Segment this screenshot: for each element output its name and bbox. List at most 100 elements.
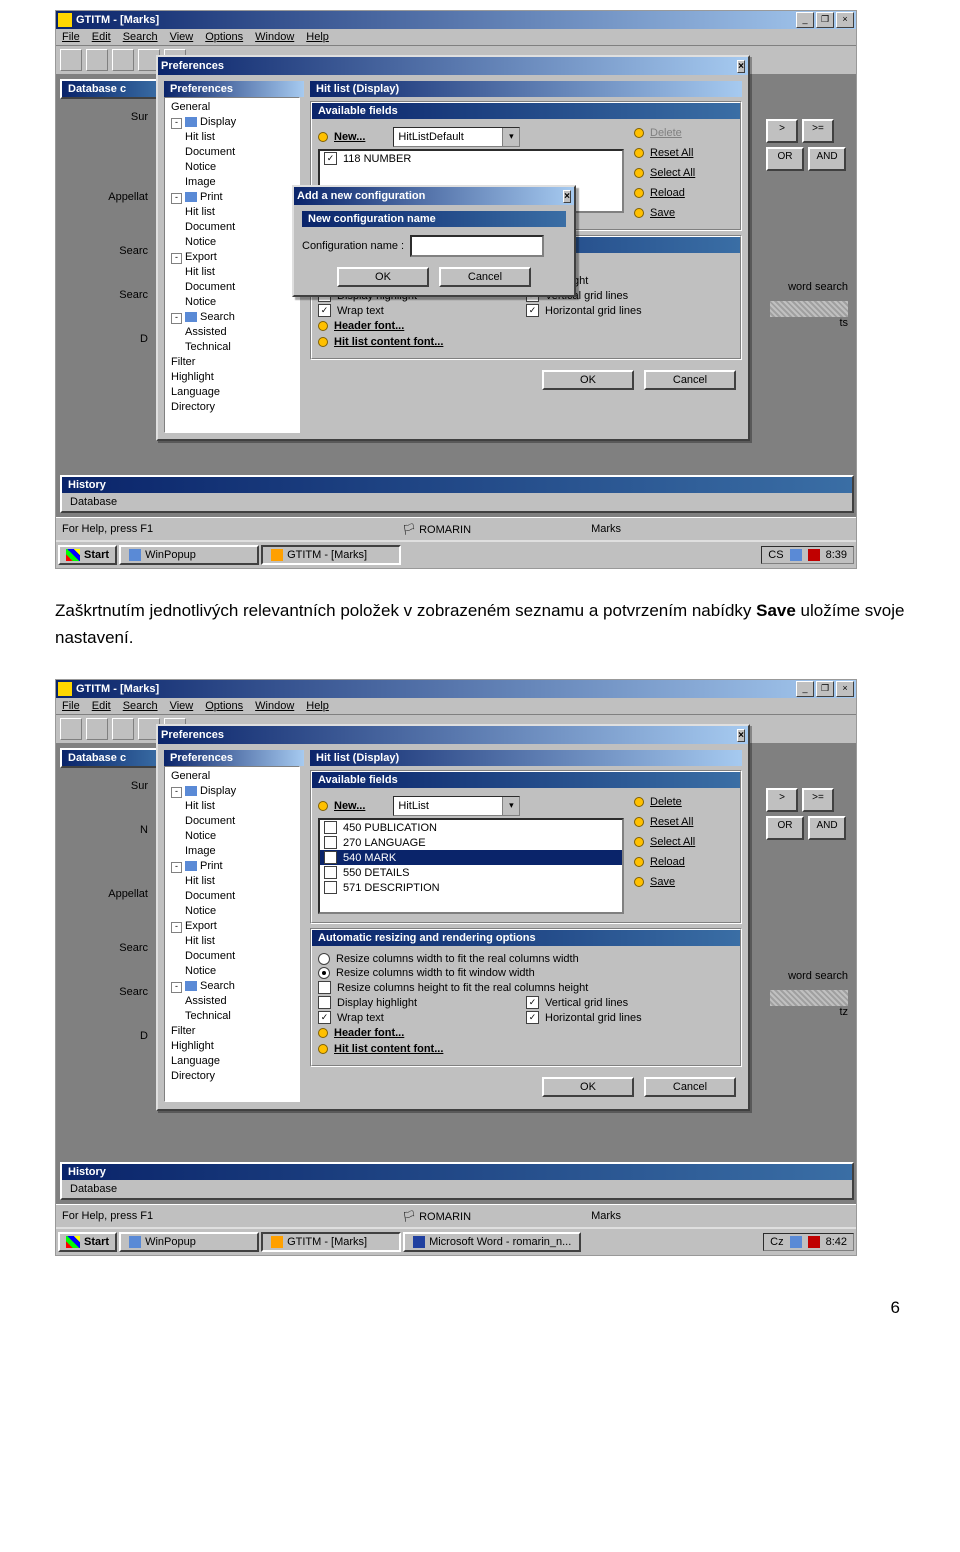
tree-item[interactable]: Directory bbox=[167, 1069, 297, 1084]
checkbox[interactable]: ✓ bbox=[324, 851, 337, 864]
menu-options[interactable]: Options bbox=[205, 31, 243, 43]
tray-icon[interactable] bbox=[790, 549, 802, 561]
action-reload[interactable]: Reload bbox=[650, 856, 685, 868]
checkbox[interactable] bbox=[324, 821, 337, 834]
tree-item[interactable]: Image bbox=[167, 844, 297, 859]
tree-item[interactable]: -Export bbox=[167, 919, 297, 934]
tree-item[interactable]: Hit list bbox=[167, 265, 297, 280]
tree-item[interactable]: General bbox=[167, 769, 297, 784]
tree-item[interactable]: -Search bbox=[167, 310, 297, 325]
menu-window[interactable]: Window bbox=[255, 700, 294, 712]
action-save[interactable]: Save bbox=[650, 207, 675, 219]
tree-item[interactable]: -Display bbox=[167, 784, 297, 799]
tree-item[interactable]: -Print bbox=[167, 859, 297, 874]
menu-help[interactable]: Help bbox=[306, 700, 329, 712]
checkbox[interactable] bbox=[318, 981, 331, 994]
menu-search[interactable]: Search bbox=[123, 31, 158, 43]
tree-item[interactable]: Hit list bbox=[167, 205, 297, 220]
preferences-tree[interactable]: General-DisplayHit listDocumentNoticeIma… bbox=[164, 97, 300, 433]
checkbox[interactable]: ✓ bbox=[526, 996, 539, 1009]
config-combo[interactable]: ▾ bbox=[393, 796, 520, 816]
tree-item[interactable]: Document bbox=[167, 220, 297, 235]
content-font-link[interactable]: Hit list content font... bbox=[334, 336, 443, 348]
close-icon[interactable]: × bbox=[563, 190, 571, 203]
tree-item[interactable]: Document bbox=[167, 280, 297, 295]
tree-item[interactable]: Image bbox=[167, 175, 297, 190]
tree-item[interactable]: Assisted bbox=[167, 325, 297, 340]
tree-item[interactable]: Filter bbox=[167, 1024, 297, 1039]
expand-icon[interactable]: - bbox=[171, 787, 182, 798]
tree-item[interactable]: Notice bbox=[167, 160, 297, 175]
maximize-button[interactable]: ❐ bbox=[816, 12, 834, 28]
taskbar-item[interactable]: Microsoft Word - romarin_n... bbox=[403, 1232, 581, 1252]
expand-icon[interactable]: - bbox=[171, 922, 182, 933]
action-reset all[interactable]: Reset All bbox=[650, 147, 693, 159]
menu-edit[interactable]: Edit bbox=[92, 31, 111, 43]
tree-item[interactable]: Notice bbox=[167, 964, 297, 979]
menu-help[interactable]: Help bbox=[306, 31, 329, 43]
checkbox[interactable]: ✓ bbox=[526, 304, 539, 317]
checkbox[interactable] bbox=[324, 836, 337, 849]
close-icon[interactable]: × bbox=[737, 729, 745, 742]
expand-icon[interactable]: - bbox=[171, 313, 182, 324]
list-item[interactable]: 550 DETAILS bbox=[320, 865, 622, 880]
tray-icon[interactable] bbox=[790, 1236, 802, 1248]
tree-item[interactable]: Document bbox=[167, 145, 297, 160]
tree-item[interactable]: Document bbox=[167, 814, 297, 829]
content-font-link[interactable]: Hit list content font... bbox=[334, 1043, 443, 1055]
checkbox[interactable]: ✓ bbox=[318, 304, 331, 317]
tree-item[interactable]: General bbox=[167, 100, 297, 115]
menu-file[interactable]: File bbox=[62, 31, 80, 43]
gte-button[interactable]: >= bbox=[802, 119, 834, 143]
list-item[interactable]: 270 LANGUAGE bbox=[320, 835, 622, 850]
taskbar-item[interactable]: GTITM - [Marks] bbox=[261, 1232, 401, 1252]
cancel-button[interactable]: Cancel bbox=[644, 370, 736, 390]
tree-item[interactable]: -Print bbox=[167, 190, 297, 205]
or-button[interactable]: OR bbox=[766, 147, 804, 171]
taskbar-item[interactable]: WinPopup bbox=[119, 1232, 259, 1252]
tree-item[interactable]: Notice bbox=[167, 904, 297, 919]
menu-view[interactable]: View bbox=[170, 700, 194, 712]
new-link[interactable]: New... bbox=[334, 800, 365, 812]
expand-icon[interactable]: - bbox=[171, 982, 182, 993]
minimize-button[interactable]: _ bbox=[796, 681, 814, 697]
fields-listbox[interactable]: 450 PUBLICATION270 LANGUAGE✓540 MARK550 … bbox=[318, 818, 624, 914]
expand-icon[interactable]: - bbox=[171, 253, 182, 264]
menu-window[interactable]: Window bbox=[255, 31, 294, 43]
tree-item[interactable]: Highlight bbox=[167, 1039, 297, 1054]
close-button[interactable]: × bbox=[836, 12, 854, 28]
start-button[interactable]: Start bbox=[58, 1232, 117, 1252]
tree-item[interactable]: Assisted bbox=[167, 994, 297, 1009]
tray-icon[interactable] bbox=[808, 549, 820, 561]
tree-item[interactable]: -Search bbox=[167, 979, 297, 994]
config-combo-input[interactable] bbox=[394, 797, 502, 815]
preferences-tree[interactable]: General-DisplayHit listDocumentNoticeIma… bbox=[164, 766, 300, 1102]
config-name-input[interactable] bbox=[410, 235, 544, 257]
list-item[interactable]: ✓118 NUMBER bbox=[320, 151, 622, 166]
tree-item[interactable]: Technical bbox=[167, 1009, 297, 1024]
or-button[interactable]: OR bbox=[766, 816, 804, 840]
menu-view[interactable]: View bbox=[170, 31, 194, 43]
list-item[interactable]: ✓540 MARK bbox=[320, 850, 622, 865]
action-delete[interactable]: Delete bbox=[650, 796, 682, 808]
expand-icon[interactable]: - bbox=[171, 118, 182, 129]
expand-icon[interactable]: - bbox=[171, 862, 182, 873]
tree-item[interactable]: Hit list bbox=[167, 874, 297, 889]
gte-button[interactable]: >= bbox=[802, 788, 834, 812]
toolbar-button[interactable] bbox=[86, 718, 108, 740]
tree-item[interactable]: -Display bbox=[167, 115, 297, 130]
tree-item[interactable]: Language bbox=[167, 385, 297, 400]
config-combo-input[interactable] bbox=[394, 128, 502, 146]
tree-item[interactable]: Document bbox=[167, 949, 297, 964]
and-button[interactable]: AND bbox=[808, 816, 846, 840]
action-select all[interactable]: Select All bbox=[650, 167, 695, 179]
tray-lang[interactable]: CS bbox=[768, 549, 783, 561]
action-select all[interactable]: Select All bbox=[650, 836, 695, 848]
tree-item[interactable]: Document bbox=[167, 889, 297, 904]
tree-item[interactable]: Directory bbox=[167, 400, 297, 415]
tray-lang[interactable]: Cz bbox=[770, 1236, 783, 1248]
tree-item[interactable]: Notice bbox=[167, 235, 297, 250]
radio[interactable] bbox=[318, 967, 330, 979]
maximize-button[interactable]: ❐ bbox=[816, 681, 834, 697]
action-reset all[interactable]: Reset All bbox=[650, 816, 693, 828]
